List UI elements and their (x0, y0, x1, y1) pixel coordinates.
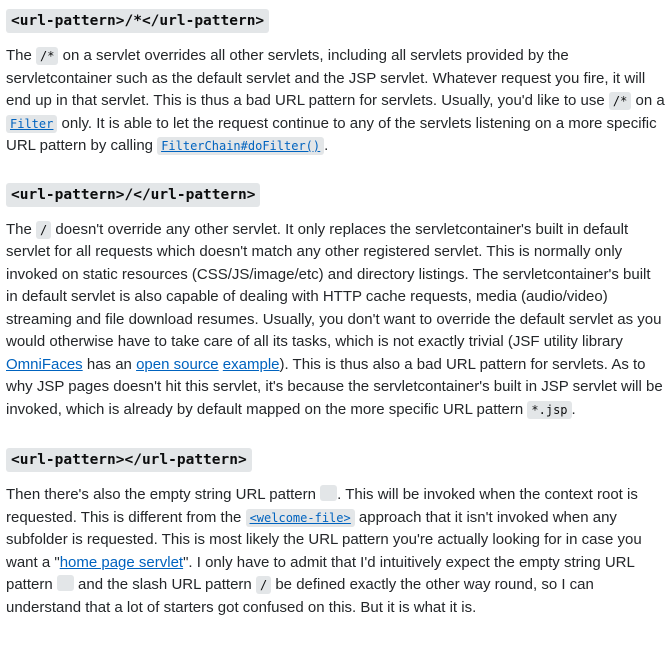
section-heading: <url-pattern>/</url-pattern> (6, 182, 261, 207)
text-run: The (6, 220, 37, 238)
section-url-pattern-empty: <url-pattern></url-pattern> Then there's… (6, 439, 665, 619)
inline-link[interactable]: example (223, 356, 280, 373)
section-url-pattern-slash-star: <url-pattern>/*</url-pattern> The /* on … (6, 0, 665, 158)
text-run: has an (82, 355, 137, 373)
text-run: Then there's also the empty string URL p… (6, 486, 321, 503)
section-paragraph: The / doesn't override any other servlet… (6, 219, 665, 422)
inline-code: /* (36, 47, 59, 65)
text-run: only. It is able to let the request cont… (6, 114, 657, 155)
inline-code: /* (608, 92, 632, 110)
section-heading: <url-pattern></url-pattern> (6, 448, 252, 472)
inline-code: *.jsp (527, 400, 572, 419)
section-paragraph: The /* on a servlet overrides all other … (6, 45, 665, 158)
text-run: The (6, 47, 37, 64)
text-run: on a (631, 92, 665, 109)
inline-code-link[interactable]: <welcome-file> (245, 508, 355, 527)
answer-body: <url-pattern>/*</url-pattern> The /* on … (0, 0, 669, 619)
inline-link[interactable]: open source (136, 356, 219, 373)
inline-code: FilterChain#doFilter() (157, 137, 325, 155)
inline-link[interactable]: home page servlet (60, 554, 183, 571)
inline-code: Filter (6, 114, 58, 133)
inline-code (56, 575, 74, 591)
inline-code: / (36, 220, 52, 239)
text-run: . (324, 137, 329, 154)
inline-code: <welcome-file> (245, 508, 355, 527)
inline-code-link[interactable]: Filter (6, 114, 58, 133)
inline-link[interactable]: OmniFaces (6, 356, 83, 373)
inline-code-link[interactable]: FilterChain#doFilter() (157, 137, 325, 155)
inline-code: / (255, 576, 272, 594)
section-paragraph: Then there's also the empty string URL p… (6, 484, 665, 619)
text-run: and the slash URL pattern (73, 576, 256, 593)
text-run: doesn't override any other servlet. It o… (6, 220, 662, 351)
text-run: . (571, 400, 576, 418)
section-heading: <url-pattern>/*</url-pattern> (6, 9, 270, 33)
text-run: on a servlet overrides all other servlet… (6, 47, 646, 109)
section-url-pattern-slash: <url-pattern>/</url-pattern> The / doesn… (6, 174, 665, 422)
inline-code (320, 485, 338, 501)
